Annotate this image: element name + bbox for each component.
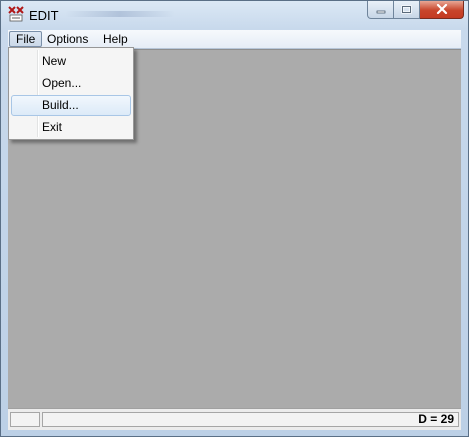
menu-file[interactable]: File bbox=[9, 31, 43, 47]
menu-item-new[interactable]: New bbox=[11, 51, 131, 72]
file-menu-dropdown: New Open... Build... Exit bbox=[8, 47, 134, 140]
maximize-button[interactable] bbox=[394, 1, 420, 19]
menu-options[interactable]: Options bbox=[41, 31, 94, 47]
maximize-icon bbox=[401, 3, 412, 17]
close-icon bbox=[436, 3, 448, 17]
application-icon[interactable] bbox=[7, 5, 25, 23]
status-pane-left bbox=[10, 412, 40, 427]
title-bar[interactable]: EDIT bbox=[1, 1, 468, 30]
menu-help[interactable]: Help bbox=[97, 31, 134, 47]
close-button[interactable] bbox=[420, 1, 464, 19]
minimize-button[interactable] bbox=[367, 1, 394, 19]
caption-buttons bbox=[367, 1, 464, 20]
menu-item-exit[interactable]: Exit bbox=[11, 117, 131, 138]
status-bar: D = 29 bbox=[8, 408, 461, 430]
minimize-icon bbox=[376, 3, 386, 17]
menu-item-open[interactable]: Open... bbox=[11, 73, 131, 94]
status-pane-main: D = 29 bbox=[42, 412, 459, 427]
status-text: D = 29 bbox=[418, 412, 454, 426]
window-title: EDIT bbox=[29, 8, 59, 23]
menu-item-build[interactable]: Build... bbox=[11, 95, 131, 116]
blurred-title-text bbox=[65, 11, 175, 17]
